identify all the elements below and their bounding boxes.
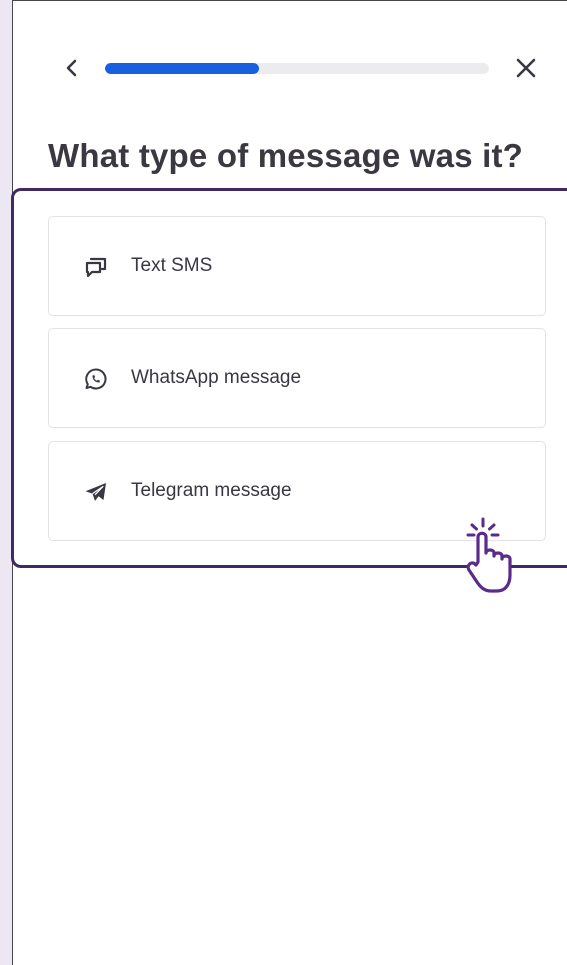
telegram-icon (85, 483, 106, 501)
chat-bubbles-icon (85, 257, 107, 278)
question-title: What type of message was it? (48, 137, 524, 174)
pointing-hand-icon (466, 517, 512, 593)
option-label: Telegram message (131, 480, 292, 501)
progress-bar-fill (105, 63, 259, 74)
option-text-sms[interactable]: Text SMS (48, 216, 546, 316)
chevron-left-icon (66, 59, 77, 77)
close-button[interactable] (511, 53, 541, 83)
progress-bar (105, 63, 489, 74)
survey-panel: What type of message was it? Text SMS Wh… (11, 0, 567, 965)
option-label: Text SMS (131, 255, 213, 276)
whatsapp-icon (85, 368, 107, 390)
option-label: WhatsApp message (131, 367, 302, 388)
close-icon (516, 58, 536, 78)
back-button[interactable] (57, 53, 87, 83)
option-whatsapp[interactable]: WhatsApp message (48, 328, 546, 428)
